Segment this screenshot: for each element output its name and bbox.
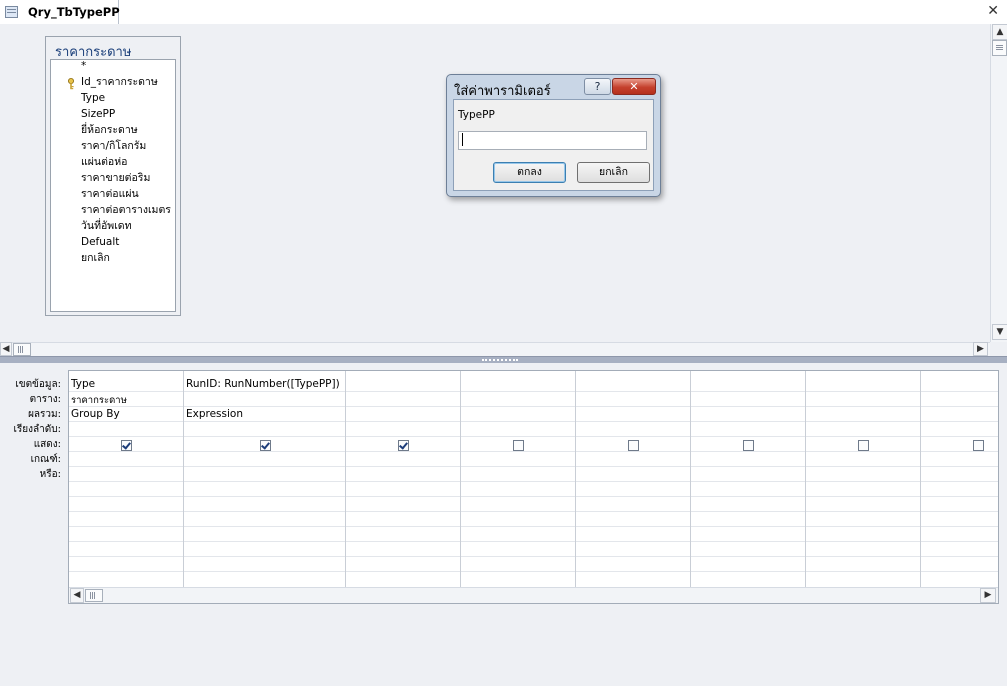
field-item-update-date[interactable]: วันที่อัพเดท — [81, 218, 132, 234]
document-tab-title: Qry_TbTypePP — [28, 5, 120, 19]
field-item-price-per-sqm[interactable]: ราคาต่อตารางเมตร — [81, 202, 171, 218]
grid-column-7[interactable] — [806, 371, 921, 587]
grid-column-2[interactable]: RunID: RunNumber([TypePP]) Expression — [184, 371, 346, 587]
row-label-sort: เรียงลำดับ: — [13, 424, 62, 435]
row-label-table: ตาราง: — [29, 394, 61, 405]
show-checkbox-6[interactable] — [743, 440, 754, 451]
grid-cell-field[interactable]: RunID: RunNumber([TypePP]) — [186, 378, 340, 390]
field-item-default[interactable]: Defualt — [81, 234, 119, 250]
query-design-grid[interactable]: Type ราคากระดาษ Group By RunID: RunNumbe… — [68, 370, 999, 604]
help-icon[interactable]: ? — [584, 78, 611, 95]
grid-column-4[interactable] — [461, 371, 576, 587]
parameter-prompt: TypePP — [458, 109, 495, 121]
horizontal-scroll-thumb[interactable] — [13, 343, 31, 356]
query-icon — [5, 6, 18, 18]
show-checkbox-4[interactable] — [513, 440, 524, 451]
primary-key-icon — [68, 78, 74, 90]
design-grid-pane: เขตข้อมูล: ตาราง: ผลรวม: เรียงลำดับ: แสด… — [0, 363, 1007, 686]
field-item-price-per-ream[interactable]: ราคาขายต่อริม — [81, 170, 150, 186]
scroll-down-icon[interactable]: ▼ — [992, 324, 1007, 340]
grid-column-3[interactable] — [346, 371, 461, 587]
parameter-dialog[interactable]: ใส่ค่าพารามิเตอร์ ? ✕ TypePP ตกลง ยกเลิก — [446, 74, 661, 197]
row-label-total: ผลรวม: — [28, 409, 61, 420]
grid-column-6[interactable] — [691, 371, 806, 587]
ok-button[interactable]: ตกลง — [493, 162, 566, 183]
grid-column-8[interactable] — [921, 371, 998, 587]
text-caret — [462, 133, 463, 146]
cancel-button[interactable]: ยกเลิก — [577, 162, 650, 183]
field-item-sheets-per-pack[interactable]: แผ่นต่อห่อ — [81, 154, 127, 170]
show-checkbox-3[interactable] — [398, 440, 409, 451]
show-checkbox-8[interactable] — [973, 440, 984, 451]
field-item-id[interactable]: Id_ราคากระดาษ — [81, 74, 158, 90]
grid-cell-field[interactable]: Type — [71, 378, 95, 390]
show-checkbox-5[interactable] — [628, 440, 639, 451]
grid-horizontal-scrollbar[interactable]: ◀ ▶ — [69, 587, 998, 603]
document-tab[interactable]: Qry_TbTypePP — [0, 0, 120, 24]
row-label-or: หรือ: — [39, 469, 61, 480]
row-label-show: แสดง: — [33, 439, 61, 450]
grid-column-5[interactable] — [576, 371, 691, 587]
show-checkbox-1[interactable] — [121, 440, 132, 451]
field-item-brand[interactable]: ยี่ห้อกระดาษ — [81, 122, 138, 138]
scroll-right-icon[interactable]: ▶ — [973, 342, 988, 356]
dialog-close-icon[interactable]: ✕ — [612, 78, 656, 95]
field-item-sizepp[interactable]: SizePP — [81, 106, 115, 122]
upper-horizontal-scrollbar[interactable]: ◀ ▶ — [0, 342, 990, 357]
field-item-price-per-sheet[interactable]: ราคาต่อแผ่น — [81, 186, 139, 202]
grid-scroll-left-icon[interactable]: ◀ — [70, 588, 84, 603]
grid-cell-table[interactable]: ราคากระดาษ — [71, 393, 127, 408]
scroll-left-icon[interactable]: ◀ — [0, 342, 12, 356]
row-label-criteria: เกณฑ์: — [30, 454, 61, 465]
grid-column-1[interactable]: Type ราคากระดาษ Group By — [69, 371, 184, 587]
dialog-body: TypePP ตกลง ยกเลิก — [453, 99, 654, 191]
row-label-field: เขตข้อมูล: — [15, 379, 61, 390]
vertical-scroll-thumb[interactable] — [992, 40, 1007, 56]
field-item-asterisk[interactable]: * — [81, 60, 86, 74]
parameter-input[interactable] — [458, 131, 647, 150]
field-list[interactable]: * Id_ราคากระดาษ Type SizePP ยี่ห้อกระดาษ… — [50, 59, 176, 312]
show-checkbox-2[interactable] — [260, 440, 271, 451]
grid-horizontal-scroll-thumb[interactable] — [85, 589, 103, 602]
grid-cell-total[interactable]: Group By — [71, 408, 120, 420]
grid-cell-total[interactable]: Expression — [186, 408, 243, 420]
field-item-cancel[interactable]: ยกเลิก — [81, 250, 110, 266]
scroll-up-icon[interactable]: ▲ — [992, 24, 1007, 40]
show-checkbox-7[interactable] — [858, 440, 869, 451]
vertical-scrollbar[interactable]: ▲ ▼ — [990, 24, 1007, 342]
field-item-price-per-kg[interactable]: ราคา/กิโลกรัม — [81, 138, 146, 154]
dialog-title: ใส่ค่าพารามิเตอร์ — [454, 84, 551, 99]
grid-scroll-right-icon[interactable]: ▶ — [980, 588, 996, 603]
field-list-window[interactable]: ราคากระดาษ * Id_ราคากระดาษ Type SizePP ย… — [45, 36, 181, 316]
field-item-type[interactable]: Type — [81, 90, 105, 106]
close-document-icon[interactable]: ✕ — [987, 3, 999, 19]
document-tab-bar: Qry_TbTypePP ✕ — [0, 0, 1007, 25]
